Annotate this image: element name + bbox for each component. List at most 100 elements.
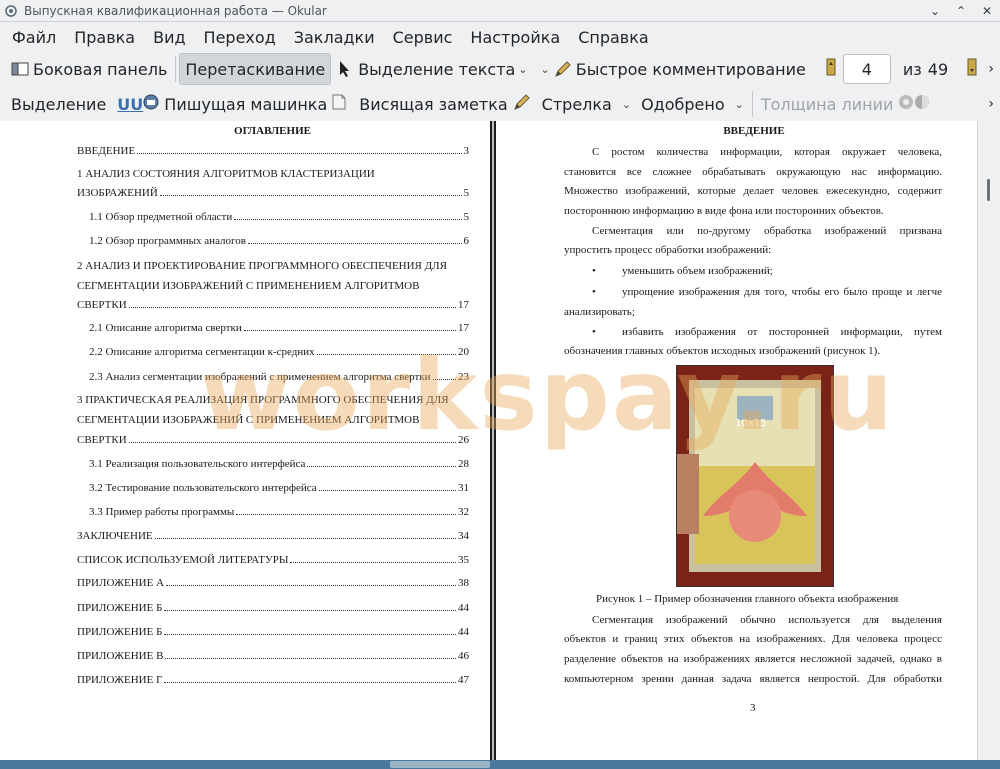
list-item: избавить изображения от посторонней инфо… bbox=[622, 326, 942, 338]
chevron-down-icon[interactable]: ⌄ bbox=[541, 63, 550, 76]
page-number-input[interactable]: 4 bbox=[842, 54, 891, 84]
toc-entry[interactable]: ПРИЛОЖЕНИЕ Б 44 bbox=[77, 602, 469, 614]
approved-stamp-button[interactable]: Одобрено ⌄ bbox=[636, 89, 749, 119]
paragraph-line: Сегментация изображений обычно используе… bbox=[592, 614, 942, 626]
squiggle-underline-icon[interactable]: U bbox=[130, 95, 143, 114]
cursor-arrow-icon bbox=[336, 60, 354, 78]
drag-mode-button[interactable]: Перетаскивание bbox=[179, 53, 332, 85]
toc-entry[interactable]: 2.3 Анализ сегментации изображений с при… bbox=[89, 371, 469, 383]
chevron-down-icon[interactable]: ⌄ bbox=[518, 63, 527, 76]
toc-entry[interactable]: СВЕРТКИ 17 bbox=[77, 299, 469, 311]
toc-entry[interactable]: 3.1 Реализация пользовательского интерфе… bbox=[89, 458, 469, 470]
toc-entry[interactable]: 2 АНАЛИЗ И ПРОЕКТИРОВАНИЕ ПРОГРАММНОГО О… bbox=[77, 260, 447, 272]
line-width-button[interactable]: Толщина линии bbox=[756, 89, 899, 119]
chevron-down-icon[interactable]: ⌄ bbox=[735, 98, 744, 111]
paragraph-line: упростить процесс обработки изображений: bbox=[564, 244, 772, 256]
bullet: • bbox=[592, 326, 596, 338]
toc-entry[interactable]: 1.2 Обзор программных аналогов 6 bbox=[89, 235, 469, 247]
paragraph-line: С ростом количества информации, которая … bbox=[592, 146, 942, 158]
arrow-label: Стрелка bbox=[541, 94, 612, 114]
maximize-icon[interactable]: ⌃ bbox=[954, 4, 968, 18]
sidebar-icon bbox=[11, 60, 29, 78]
menu-go[interactable]: Переход bbox=[198, 28, 282, 47]
page-total: 49 bbox=[927, 59, 949, 79]
sticky-note-button[interactable]: Висящая заметка bbox=[354, 89, 512, 119]
paragraph-line: Сегментация или по-другому обработка изо… bbox=[592, 225, 942, 237]
arrow-button[interactable]: Стрелка ⌄ bbox=[537, 89, 636, 119]
document-view[interactable]: ОГЛАВЛЕНИЕ ВВЕДЕНИЕ 3 1 АНАЛИЗ СОСТОЯНИЯ … bbox=[0, 121, 1000, 769]
document-page-right: ВВЕДЕНИЕ С ростом количества информации,… bbox=[494, 121, 978, 769]
highlight-label: Выделение bbox=[11, 94, 107, 114]
scrollbar-thumb[interactable] bbox=[987, 179, 990, 201]
note-icon[interactable] bbox=[332, 94, 346, 114]
toc-entry[interactable]: 1 АНАЛИЗ СОСТОЯНИЯ АЛГОРИТМОВ КЛАСТЕРИЗА… bbox=[77, 168, 375, 180]
freehand-pen-icon[interactable] bbox=[513, 93, 531, 115]
sidebar-label: Боковая панель bbox=[33, 59, 168, 79]
toc-entry[interactable]: 2.2 Описание алгоритма сегментации к-сре… bbox=[89, 346, 469, 358]
photo-caption-text: 10x15 bbox=[735, 418, 766, 429]
menu-tools[interactable]: Сервис bbox=[387, 28, 459, 47]
menu-edit[interactable]: Правка bbox=[68, 28, 141, 47]
page-number: 3 bbox=[750, 702, 756, 714]
toc-entry[interactable]: ИЗОБРАЖЕНИЙ 5 bbox=[77, 187, 469, 199]
toc-entry[interactable]: 3 ПРАКТИЧЕСКАЯ РЕАЛИЗАЦИЯ ПРОГРАММНОГО О… bbox=[77, 394, 449, 406]
toc-entry[interactable]: ПРИЛОЖЕНИЕ Г 47 bbox=[77, 674, 469, 686]
toolbar-separator bbox=[175, 56, 177, 82]
toc-entry[interactable]: ПРИЛОЖЕНИЕ А 38 bbox=[77, 577, 469, 589]
window-title: Выпускная квалификационная работа — Okul… bbox=[24, 3, 327, 18]
toc-entry[interactable]: СВЕРТКИ 26 bbox=[77, 434, 469, 446]
close-icon[interactable]: ✕ bbox=[980, 4, 994, 18]
minimize-icon[interactable]: ⌄ bbox=[928, 4, 942, 18]
toc-entry[interactable]: 3.3 Пример работы программы 32 bbox=[89, 506, 469, 518]
menu-bookmarks[interactable]: Закладки bbox=[288, 28, 381, 47]
highlight-button[interactable]: Выделение bbox=[6, 89, 111, 119]
main-toolbar: Боковая панель Перетаскивание Выделение … bbox=[0, 52, 1000, 86]
menu-file[interactable]: Файл bbox=[6, 28, 62, 47]
next-page-icon[interactable] bbox=[966, 58, 978, 80]
sticky-note-label: Висящая заметка bbox=[359, 94, 508, 114]
text-select-label: Выделение текста bbox=[358, 59, 516, 79]
okular-window: Выпускная квалификационная работа — Okul… bbox=[0, 0, 1000, 769]
toc-entry[interactable]: СЕГМЕНТАЦИИ ИЗОБРАЖЕНИЙ С ПРИМЕНЕНИЕМ АЛ… bbox=[77, 414, 419, 426]
menu-help[interactable]: Справка bbox=[572, 28, 655, 47]
toc-entry[interactable]: СПИСОК ИСПОЛЬЗУЕМОЙ ЛИТЕРАТУРЫ 35 bbox=[77, 554, 469, 566]
approved-label: Одобрено bbox=[641, 94, 725, 114]
figure-photo: 10x15 bbox=[676, 365, 834, 587]
toc-entry[interactable]: 1.1 Обзор предметной области 5 bbox=[89, 211, 469, 223]
color-wheel-icon[interactable] bbox=[898, 94, 914, 114]
vertical-scrollbar[interactable] bbox=[977, 121, 1000, 769]
paragraph-line: разделение объектов на изображениях явля… bbox=[564, 653, 942, 665]
paragraph-line: объектов и границ этих объектов на изобр… bbox=[564, 633, 942, 645]
title-bar[interactable]: Выпускная квалификационная работа — Okul… bbox=[0, 0, 1000, 22]
stamp-icon[interactable] bbox=[143, 94, 159, 114]
toc-entry[interactable]: СЕГМЕНТАЦИИ ИЗОБРАЖЕНИЙ С ПРИМЕНЕНИЕМ АЛ… bbox=[77, 280, 419, 292]
toc-entry[interactable]: 2.1 Описание алгоритма свертки 17 bbox=[89, 322, 469, 334]
toc-entry[interactable]: ПРИЛОЖЕНИЕ Б 44 bbox=[77, 626, 469, 638]
paragraph-line: Множество изображений, которые делает че… bbox=[564, 185, 942, 197]
drag-mode-label: Перетаскивание bbox=[185, 59, 326, 79]
section-heading: ВВЕДЕНИЕ bbox=[723, 125, 785, 137]
toc-entry[interactable]: ПРИЛОЖЕНИЕ В 46 bbox=[77, 650, 469, 662]
toc-heading: ОГЛАВЛЕНИЕ bbox=[234, 125, 311, 137]
menu-settings[interactable]: Настройка bbox=[464, 28, 566, 47]
chevron-down-icon[interactable]: ⌄ bbox=[622, 98, 631, 111]
horizontal-scrollbar[interactable] bbox=[0, 760, 1000, 769]
menu-view[interactable]: Вид bbox=[147, 28, 191, 47]
underline-icon[interactable]: U bbox=[117, 95, 130, 114]
toolbar-overflow-icon[interactable]: › bbox=[988, 61, 994, 77]
text-select-button[interactable]: Выделение текста ⌄ bbox=[331, 54, 532, 84]
document-page-left: ОГЛАВЛЕНИЕ ВВЕДЕНИЕ 3 1 АНАЛИЗ СОСТОЯНИЯ … bbox=[0, 121, 492, 769]
toc-entry[interactable]: ВВЕДЕНИЕ 3 bbox=[77, 145, 469, 157]
toc-entry[interactable]: ЗАКЛЮЧЕНИЕ 34 bbox=[77, 530, 469, 542]
toolbar-separator bbox=[751, 91, 753, 117]
toolbar-overflow-icon[interactable]: › bbox=[988, 96, 994, 112]
quick-comment-button[interactable]: ⌄ Быстрое комментирование bbox=[533, 54, 811, 84]
horizontal-scrollbar-thumb[interactable] bbox=[390, 761, 490, 768]
typewriter-button[interactable]: Пишущая машинка bbox=[159, 89, 332, 119]
toc-entry[interactable]: 3.2 Тестирование пользовательского интер… bbox=[89, 482, 469, 494]
previous-page-icon[interactable] bbox=[825, 58, 837, 80]
opacity-icon[interactable] bbox=[914, 94, 930, 114]
sidebar-button[interactable]: Боковая панель bbox=[6, 54, 172, 84]
menu-bar: Файл Правка Вид Переход Закладки Сервис … bbox=[0, 22, 1000, 52]
figure-caption: Рисунок 1 – Пример обозначения главного … bbox=[596, 593, 899, 605]
